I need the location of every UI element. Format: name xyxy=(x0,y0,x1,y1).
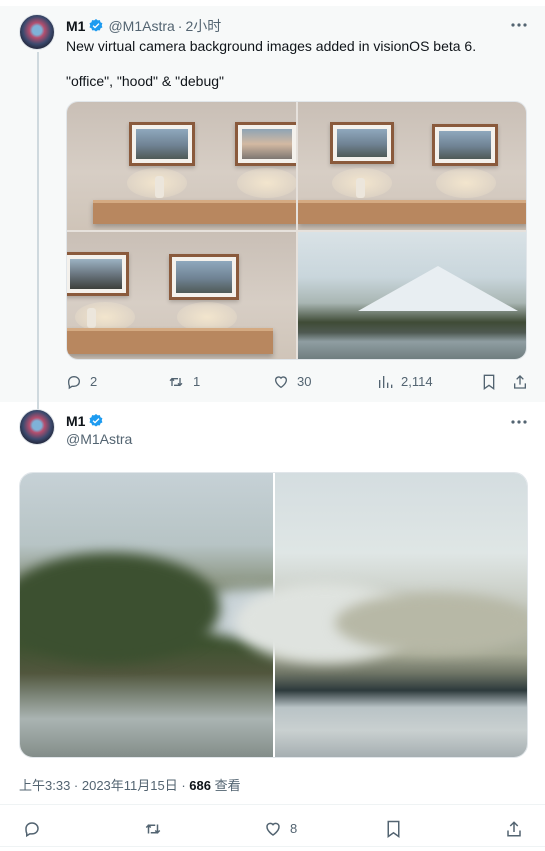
like-count: 8 xyxy=(290,821,298,836)
divider xyxy=(0,846,545,847)
share-button[interactable] xyxy=(512,374,536,390)
author-name[interactable]: M1 xyxy=(66,413,85,429)
timestamp-text: 上午3:33 · 2023年11月15日 · xyxy=(19,778,190,793)
author-handle[interactable]: @M1Astra xyxy=(66,431,132,447)
separator-dot: · xyxy=(177,18,183,34)
views-label: 查看 xyxy=(211,778,241,793)
media-grid xyxy=(66,101,527,360)
reply-button[interactable] xyxy=(23,820,49,838)
bookmark-icon xyxy=(387,820,400,838)
views-button[interactable]: 2,114 xyxy=(377,374,433,390)
reply-button[interactable]: 2 xyxy=(66,374,97,390)
media-image-mountain-lake[interactable] xyxy=(298,232,526,359)
views-count: 2,114 xyxy=(401,374,433,389)
bookmark-button[interactable] xyxy=(386,820,409,838)
author-handle[interactable]: @M1Astra xyxy=(108,18,174,34)
tweet-text-line2: "office", "hood" & "debug" xyxy=(66,73,224,89)
retweet-icon xyxy=(169,377,183,387)
reply-count: 2 xyxy=(90,374,98,389)
retweet-button[interactable]: 1 xyxy=(167,374,200,390)
media-grid xyxy=(19,472,528,758)
like-button[interactable]: 30 xyxy=(273,374,311,390)
bookmark-icon xyxy=(483,374,495,390)
retweet-button[interactable] xyxy=(143,820,171,838)
share-icon xyxy=(507,821,521,837)
tweet-time[interactable]: 2小时 xyxy=(185,16,221,36)
more-icon[interactable] xyxy=(510,17,530,33)
tweet-timestamp[interactable]: 上午3:33 · 2023年11月15日 · 686 查看 xyxy=(19,775,241,794)
like-button[interactable]: 8 xyxy=(264,820,297,838)
tweet-header: M1 @M1Astra · 2小时 xyxy=(66,16,221,36)
media-image-office-3[interactable] xyxy=(67,232,296,359)
divider xyxy=(0,804,545,805)
tweet-header: M1 xyxy=(66,413,104,429)
verified-icon xyxy=(88,18,104,34)
bookmark-button[interactable] xyxy=(482,374,504,390)
avatar[interactable] xyxy=(19,14,55,50)
thread-connector-line xyxy=(37,52,39,412)
reply-icon xyxy=(67,375,81,390)
thread-view: M1 @M1Astra · 2小时 New virtual camera bac… xyxy=(0,0,545,851)
media-image-office-2[interactable] xyxy=(298,102,526,230)
media-image-blurred-mountain-lake[interactable] xyxy=(235,473,527,757)
share-icon xyxy=(514,375,526,389)
like-count: 30 xyxy=(297,374,312,389)
views-count: 686 xyxy=(189,778,211,793)
share-button[interactable] xyxy=(505,820,531,838)
author-name[interactable]: M1 xyxy=(66,18,85,34)
verified-icon xyxy=(88,413,104,429)
more-icon[interactable] xyxy=(510,414,530,430)
views-icon xyxy=(379,376,393,388)
reply-icon xyxy=(25,822,39,838)
avatar[interactable] xyxy=(19,409,55,445)
like-icon xyxy=(266,822,280,836)
tweet-text-line1: New virtual camera background images add… xyxy=(66,38,477,54)
retweet-icon xyxy=(145,824,161,834)
like-icon xyxy=(274,376,288,389)
media-image-blurred-forest-lake[interactable] xyxy=(20,473,310,757)
retweet-count: 1 xyxy=(193,374,201,389)
media-image-office-1[interactable] xyxy=(67,102,296,230)
handle-row: @M1Astra xyxy=(66,431,132,447)
